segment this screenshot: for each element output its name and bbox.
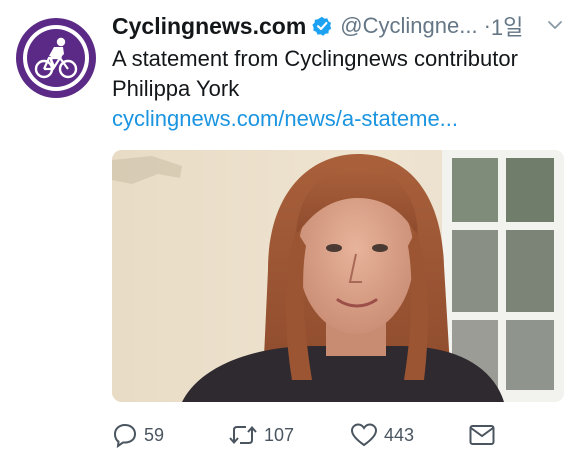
verified-badge-icon <box>312 16 332 36</box>
retweet-icon <box>229 425 257 445</box>
portrait-photo <box>112 150 564 402</box>
tweet-card[interactable]: Cyclingnews.com @Cyclingne... · 1일 A sta… <box>0 0 580 458</box>
reply-count: 59 <box>144 424 165 445</box>
retweet-button[interactable]: 107 <box>228 420 294 450</box>
cyclist-icon <box>27 29 85 87</box>
action-bar: 59 107 443 <box>112 420 552 450</box>
media-photo[interactable] <box>112 150 564 402</box>
avatar[interactable] <box>16 18 96 98</box>
direct-message-button[interactable] <box>468 420 496 450</box>
display-name[interactable]: Cyclingnews.com <box>112 13 306 40</box>
separator-dot: · <box>483 13 491 38</box>
handle[interactable]: @Cyclingne... <box>340 13 477 39</box>
like-button[interactable]: 443 <box>350 420 414 450</box>
envelope-icon <box>469 425 495 445</box>
reply-icon <box>113 423 137 448</box>
reply-button[interactable]: 59 <box>112 420 164 450</box>
retweet-count: 107 <box>264 424 295 445</box>
like-count: 443 <box>384 424 415 445</box>
heart-icon <box>350 423 378 447</box>
timestamp[interactable]: 1일 <box>491 10 523 42</box>
tweet-text: A statement from Cyclingnews contributor… <box>112 46 518 101</box>
tweet-link[interactable]: cyclingnews.com/news/a-stateme... <box>112 104 458 134</box>
tweet-header: Cyclingnews.com @Cyclingne... · 1일 <box>112 10 566 42</box>
chevron-down-icon[interactable] <box>546 16 564 34</box>
